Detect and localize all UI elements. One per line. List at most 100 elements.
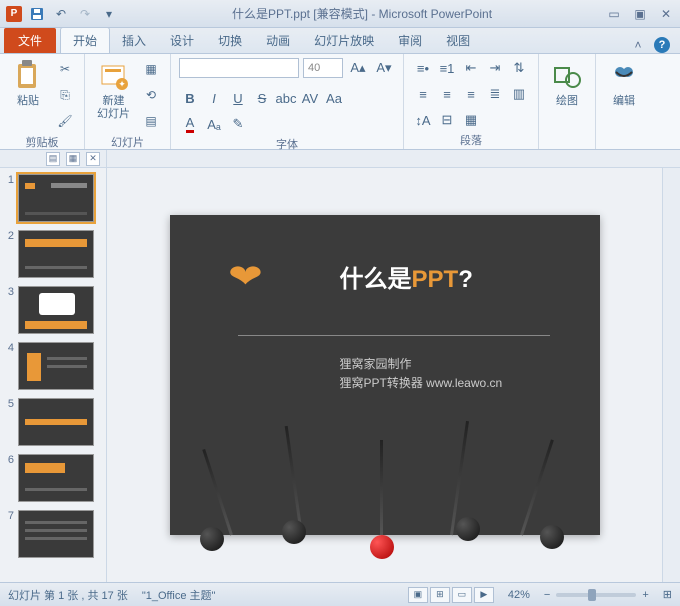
help-icon[interactable]: ? bbox=[654, 37, 670, 53]
group-clipboard: 粘贴 ✂ ⎘ 🖌 剪贴板 bbox=[0, 54, 85, 149]
bold-button[interactable]: B bbox=[179, 88, 201, 108]
zoom-out-icon[interactable]: − bbox=[544, 589, 550, 601]
new-slide-button[interactable]: ✦ 新建 幻灯片 bbox=[93, 58, 134, 123]
reset-icon[interactable]: ⟲ bbox=[140, 84, 162, 106]
tab-slideshow[interactable]: 幻灯片放映 bbox=[302, 28, 386, 53]
italic-button[interactable]: I bbox=[203, 88, 225, 108]
thumbnail-pane[interactable]: 1 2 3 4 5 6 7 bbox=[0, 168, 107, 582]
numbering-icon[interactable]: ≡1 bbox=[436, 58, 458, 78]
group-label-editing bbox=[604, 145, 644, 147]
columns-icon[interactable]: ▥ bbox=[508, 84, 530, 104]
outline-view-icon[interactable]: ▤ bbox=[46, 152, 60, 166]
tab-animations[interactable]: 动画 bbox=[254, 28, 302, 53]
strike-button[interactable]: S bbox=[251, 88, 273, 108]
highlight-icon[interactable]: ✎ bbox=[227, 114, 249, 134]
quick-access-toolbar: P ↶ ↷ ▾ bbox=[6, 5, 118, 23]
slideshow-view-icon[interactable]: ▶ bbox=[474, 587, 494, 603]
close-pane-icon[interactable]: ✕ bbox=[86, 152, 100, 166]
line-spacing-icon[interactable]: ⇅ bbox=[508, 58, 530, 78]
save-icon[interactable] bbox=[28, 5, 46, 23]
maximize-icon[interactable]: ▣ bbox=[632, 6, 648, 22]
undo-icon[interactable]: ↶ bbox=[52, 5, 70, 23]
titlebar: P ↶ ↷ ▾ 什么是PPT.ppt [兼容模式] - Microsoft Po… bbox=[0, 0, 680, 28]
shapes-icon bbox=[551, 60, 583, 92]
align-center-icon[interactable]: ≡ bbox=[436, 84, 458, 104]
ribbon-tabs: 文件 开始 插入 设计 切换 动画 幻灯片放映 审阅 视图 ˄ ? bbox=[0, 28, 680, 54]
reading-view-icon[interactable]: ▭ bbox=[452, 587, 472, 603]
align-right-icon[interactable]: ≡ bbox=[460, 84, 482, 104]
editing-button[interactable]: 编辑 bbox=[604, 58, 644, 110]
group-drawing: 绘图 bbox=[539, 54, 596, 149]
slide-editor[interactable]: ❤ 什么是PPT? 狸窝家园制作 狸窝PPT转换器 www.leawo.cn bbox=[107, 168, 662, 582]
align-left-icon[interactable]: ≡ bbox=[412, 84, 434, 104]
paste-button[interactable]: 粘贴 bbox=[8, 58, 48, 110]
format-painter-icon[interactable]: 🖌 bbox=[54, 110, 76, 132]
tab-view[interactable]: 视图 bbox=[434, 28, 482, 53]
normal-view-icon[interactable]: ▣ bbox=[408, 587, 428, 603]
fit-to-window-icon[interactable]: ⊞ bbox=[663, 588, 672, 601]
grow-font-icon[interactable]: A▴ bbox=[347, 58, 369, 78]
group-label-clipboard: 剪贴板 bbox=[8, 132, 76, 150]
tab-home[interactable]: 开始 bbox=[60, 27, 110, 53]
group-label-slides: 幻灯片 bbox=[93, 132, 162, 150]
spacing-icon[interactable]: AV bbox=[299, 88, 321, 108]
tab-transitions[interactable]: 切换 bbox=[206, 28, 254, 53]
layout-icon[interactable]: ▦ bbox=[140, 58, 162, 80]
close-icon[interactable]: ✕ bbox=[658, 6, 674, 22]
slide-title[interactable]: 什么是PPT? bbox=[340, 259, 473, 294]
thumbnail-5[interactable]: 5 bbox=[4, 398, 102, 446]
new-slide-icon: ✦ bbox=[98, 60, 130, 92]
zoom-percent[interactable]: 42% bbox=[508, 589, 530, 601]
tab-insert[interactable]: 插入 bbox=[110, 28, 158, 53]
clear-format-icon[interactable]: Aₐ bbox=[203, 114, 225, 134]
smartart-icon[interactable]: ▦ bbox=[460, 110, 482, 130]
cut-icon[interactable]: ✂ bbox=[54, 58, 76, 80]
underline-button[interactable]: U bbox=[227, 88, 249, 108]
tab-review[interactable]: 审阅 bbox=[386, 28, 434, 53]
copy-icon[interactable]: ⎘ bbox=[54, 84, 76, 106]
sorter-view-icon[interactable]: ⊞ bbox=[430, 587, 450, 603]
slide-subtitle[interactable]: 狸窝家园制作 狸窝PPT转换器 www.leawo.cn bbox=[340, 355, 503, 393]
view-buttons: ▣ ⊞ ▭ ▶ bbox=[408, 587, 494, 603]
thumbnail-3[interactable]: 3 bbox=[4, 286, 102, 334]
zoom-in-icon[interactable]: + bbox=[642, 589, 648, 601]
thumbnail-4[interactable]: 4 bbox=[4, 342, 102, 390]
group-paragraph: ≡• ≡1 ⇤ ⇥ ⇅ ≡ ≡ ≡ ≣ ▥ ↕A ⊟ ▦ 段落 bbox=[404, 54, 539, 149]
thumbnail-1[interactable]: 1 bbox=[4, 174, 102, 222]
svg-text:✦: ✦ bbox=[118, 79, 126, 89]
tab-design[interactable]: 设计 bbox=[158, 28, 206, 53]
slides-view-icon[interactable]: ▦ bbox=[66, 152, 80, 166]
qat-dropdown-icon[interactable]: ▾ bbox=[100, 5, 118, 23]
vertical-scrollbar[interactable] bbox=[662, 168, 680, 582]
group-slides: ✦ 新建 幻灯片 ▦ ⟲ ▤ 幻灯片 bbox=[85, 54, 171, 149]
text-direction-icon[interactable]: ↕A bbox=[412, 110, 434, 130]
shrink-font-icon[interactable]: A▾ bbox=[373, 58, 395, 78]
logo-icon: ❤ bbox=[227, 257, 262, 295]
indent-decrease-icon[interactable]: ⇤ bbox=[460, 58, 482, 78]
app-icon[interactable]: P bbox=[6, 6, 22, 22]
slide-counter: 幻灯片 第 1 张 , 共 17 张 bbox=[8, 587, 128, 603]
font-color-icon[interactable]: A bbox=[179, 114, 201, 134]
workspace: 1 2 3 4 5 6 7 ❤ 什么是PPT? 狸窝家园制作 狸窝PPT转换器 … bbox=[0, 168, 680, 582]
thumbnail-6[interactable]: 6 bbox=[4, 454, 102, 502]
group-label-drawing bbox=[547, 145, 587, 147]
thumbnail-7[interactable]: 7 bbox=[4, 510, 102, 558]
file-tab[interactable]: 文件 bbox=[4, 28, 56, 53]
minimize-icon[interactable]: ▭ bbox=[606, 6, 622, 22]
redo-icon[interactable]: ↷ bbox=[76, 5, 94, 23]
ribbon-minimize-icon[interactable]: ˄ bbox=[630, 37, 646, 53]
indent-increase-icon[interactable]: ⇥ bbox=[484, 58, 506, 78]
justify-icon[interactable]: ≣ bbox=[484, 84, 506, 104]
font-size-combo[interactable]: 40 bbox=[303, 58, 343, 78]
slide-canvas[interactable]: ❤ 什么是PPT? 狸窝家园制作 狸窝PPT转换器 www.leawo.cn bbox=[170, 215, 600, 535]
section-icon[interactable]: ▤ bbox=[140, 110, 162, 132]
align-text-icon[interactable]: ⊟ bbox=[436, 110, 458, 130]
zoom-slider[interactable]: − + bbox=[544, 589, 649, 601]
microphones-graphic bbox=[210, 395, 580, 535]
drawing-button[interactable]: 绘图 bbox=[547, 58, 587, 110]
change-case-icon[interactable]: Aa bbox=[323, 88, 345, 108]
bullets-icon[interactable]: ≡• bbox=[412, 58, 434, 78]
shadow-button[interactable]: abc bbox=[275, 88, 297, 108]
font-name-combo[interactable] bbox=[179, 58, 299, 78]
thumbnail-2[interactable]: 2 bbox=[4, 230, 102, 278]
